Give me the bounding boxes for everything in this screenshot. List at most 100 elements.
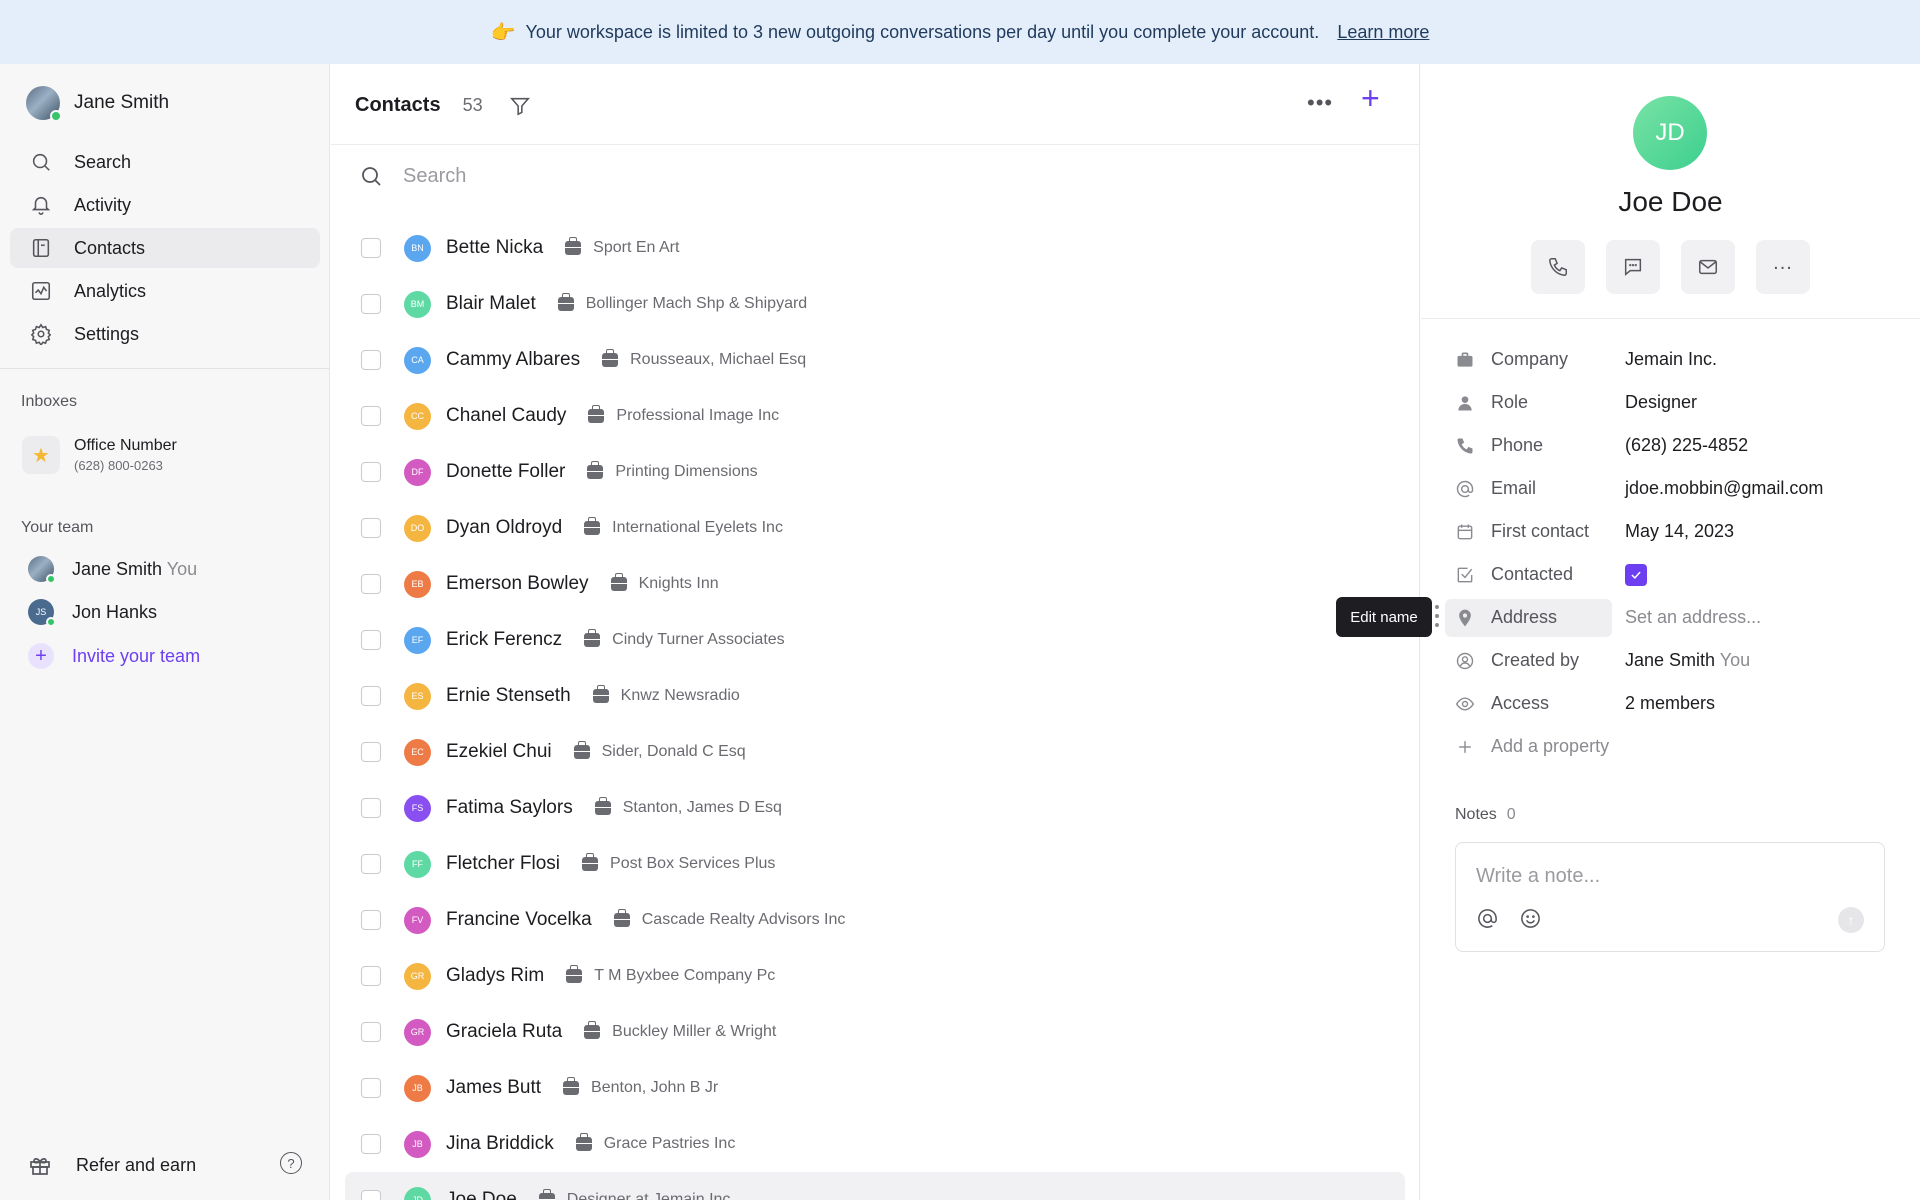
property-key[interactable]: Address xyxy=(1445,598,1612,637)
nav-item-settings[interactable]: Settings xyxy=(10,314,320,354)
contacts-panel: Contacts 53 ••• + Search BN Bette Nicka Sp… xyxy=(331,64,1420,1200)
contact-name: Bette Nicka xyxy=(446,237,544,258)
invite-team-button[interactable]: + Invite your team xyxy=(28,643,200,669)
nav-item-contacts[interactable]: Contacts xyxy=(10,228,320,268)
checkmark-icon xyxy=(1631,571,1641,579)
row-checkbox[interactable] xyxy=(361,798,381,818)
row-checkbox[interactable] xyxy=(361,1022,381,1042)
note-input[interactable]: Write a note... xyxy=(1476,865,1600,888)
row-checkbox[interactable] xyxy=(361,630,381,650)
row-checkbox[interactable] xyxy=(361,462,381,482)
nav-label: Contacts xyxy=(74,237,146,258)
row-checkbox[interactable] xyxy=(361,238,381,258)
message-button[interactable] xyxy=(1606,240,1660,294)
contact-row[interactable]: CC Chanel Caudy Professional Image Inc xyxy=(345,388,1405,444)
contact-row[interactable]: BM Blair Malet Bollinger Mach Shp & Shipya… xyxy=(345,276,1405,332)
row-checkbox[interactable] xyxy=(361,1134,381,1154)
contact-row[interactable]: FF Fletcher Flosi Post Box Services Plus xyxy=(345,836,1405,892)
property-company[interactable]: Company Jemain Inc. xyxy=(1445,338,1905,381)
add-property-button[interactable]: Add a property xyxy=(1445,725,1905,768)
row-checkbox[interactable] xyxy=(361,294,381,314)
contact-row[interactable]: FS Fatima Saylors Stanton, James D Esq xyxy=(345,780,1405,836)
inbox-office-number[interactable]: ★ Office Number (628) 800-0263 xyxy=(22,436,177,474)
team-member-jon[interactable]: JS Jon Hanks xyxy=(28,599,157,627)
contact-search[interactable]: Search xyxy=(359,164,466,188)
emoji-icon[interactable] xyxy=(1519,907,1542,930)
contact-row[interactable]: BN Bette Nicka Sport En Art xyxy=(345,228,1405,268)
eye-icon xyxy=(1455,696,1475,711)
nav-item-search[interactable]: Search xyxy=(10,142,320,182)
property-role[interactable]: Role Designer xyxy=(1445,381,1905,424)
contacted-value[interactable] xyxy=(1625,563,1647,586)
add-contact-button[interactable]: + xyxy=(1361,80,1380,117)
contact-row[interactable]: ES Ernie Stenseth Knwz Newsradio xyxy=(345,668,1405,724)
pin-icon xyxy=(1455,608,1475,628)
gear-icon xyxy=(30,323,52,345)
contact-row[interactable]: JD Joe Doe Designer at Jemain Inc. xyxy=(345,1172,1405,1200)
property-phone[interactable]: Phone (628) 225-4852 xyxy=(1445,424,1905,467)
contact-row[interactable]: EB Emerson Bowley Knights Inn xyxy=(345,556,1405,612)
briefcase-icon xyxy=(538,1189,555,1200)
send-note-button[interactable]: ↑ xyxy=(1838,907,1864,933)
contact-avatar: JD xyxy=(404,1186,431,1200)
contact-row[interactable]: JB Jina Briddick Grace Pastries Inc xyxy=(345,1116,1405,1172)
row-checkbox[interactable] xyxy=(361,574,381,594)
learn-more-link[interactable]: Learn more xyxy=(1337,22,1429,43)
contact-row[interactable]: EC Ezekiel Chui Sider, Donald C Esq xyxy=(345,724,1405,780)
contacts-count: 53 xyxy=(462,95,483,115)
contact-avatar: DF xyxy=(404,458,431,486)
contact-row[interactable]: GR Graciela Ruta Buckley Miller & Wright xyxy=(345,1004,1405,1060)
contact-row[interactable]: DF Donette Foller Printing Dimensions xyxy=(345,444,1405,500)
current-user[interactable]: Jane Smith xyxy=(26,86,169,122)
property-key: Contacted xyxy=(1445,556,1612,594)
row-checkbox[interactable] xyxy=(361,1078,381,1098)
property-key: Company xyxy=(1445,341,1612,379)
filter-icon[interactable] xyxy=(509,95,531,117)
contact-row[interactable]: EF Erick Ferencz Cindy Turner Associates xyxy=(345,612,1405,668)
row-checkbox[interactable] xyxy=(361,742,381,762)
note-editor[interactable]: Write a note... ↑ xyxy=(1455,842,1885,952)
more-options-button[interactable]: ••• xyxy=(1307,90,1333,116)
property-first-contact[interactable]: First contact May 14, 2023 xyxy=(1445,510,1905,553)
email-button[interactable] xyxy=(1681,240,1735,294)
notes-heading: Notes 0 xyxy=(1455,806,1516,824)
avatar xyxy=(26,86,62,122)
phone-icon xyxy=(1549,258,1567,276)
search-input[interactable]: Search xyxy=(403,165,466,188)
row-checkbox[interactable] xyxy=(361,854,381,874)
row-checkbox[interactable] xyxy=(361,910,381,930)
property-key: Role xyxy=(1445,384,1612,422)
row-checkbox[interactable] xyxy=(361,686,381,706)
more-actions-button[interactable]: ... xyxy=(1756,240,1810,294)
property-access[interactable]: Access 2 members xyxy=(1445,682,1905,725)
property-email[interactable]: Email jdoe.mobbin@gmail.com xyxy=(1445,467,1905,510)
row-checkbox[interactable] xyxy=(361,350,381,370)
contact-row[interactable]: FV Francine Vocelka Cascade Realty Advisor… xyxy=(345,892,1405,948)
address-input[interactable]: Set an address... xyxy=(1625,607,1761,628)
contact-row[interactable]: GR Gladys Rim T M Byxbee Company Pc xyxy=(345,948,1405,1004)
refer-and-earn-button[interactable]: Refer and earn xyxy=(28,1153,196,1177)
mention-icon[interactable] xyxy=(1476,907,1499,930)
property-address[interactable]: Address Set an address... xyxy=(1445,596,1905,639)
team-member-jane[interactable]: Jane Smith You xyxy=(28,556,197,584)
contact-row[interactable]: CA Cammy Albares Rousseaux, Michael Esq xyxy=(345,332,1405,388)
nav-item-activity[interactable]: Activity xyxy=(10,185,320,225)
row-checkbox[interactable] xyxy=(361,406,381,426)
contact-row[interactable]: DO Dyan Oldroyd International Eyelets Inc xyxy=(345,500,1405,556)
contact-avatar: EF xyxy=(404,626,431,654)
call-button[interactable] xyxy=(1531,240,1585,294)
property-contacted[interactable]: Contacted xyxy=(1445,553,1905,596)
row-checkbox[interactable] xyxy=(361,1190,381,1200)
property-created-by[interactable]: Created by Jane Smith You xyxy=(1445,639,1905,682)
team-heading: Your team xyxy=(21,519,94,536)
property-key: Created by xyxy=(1445,642,1612,680)
contact-row[interactable]: JB James Butt Benton, John B Jr xyxy=(345,1060,1405,1116)
drag-handle-icon[interactable] xyxy=(1434,605,1440,627)
contact-name[interactable]: Joe Doe xyxy=(1421,186,1920,218)
row-checkbox[interactable] xyxy=(361,966,381,986)
row-checkbox[interactable] xyxy=(361,518,381,538)
contact-avatar: DO xyxy=(404,514,431,542)
help-icon[interactable]: ? xyxy=(280,1152,302,1174)
checked-checkbox[interactable] xyxy=(1625,563,1647,586)
nav-item-analytics[interactable]: Analytics xyxy=(10,271,320,311)
